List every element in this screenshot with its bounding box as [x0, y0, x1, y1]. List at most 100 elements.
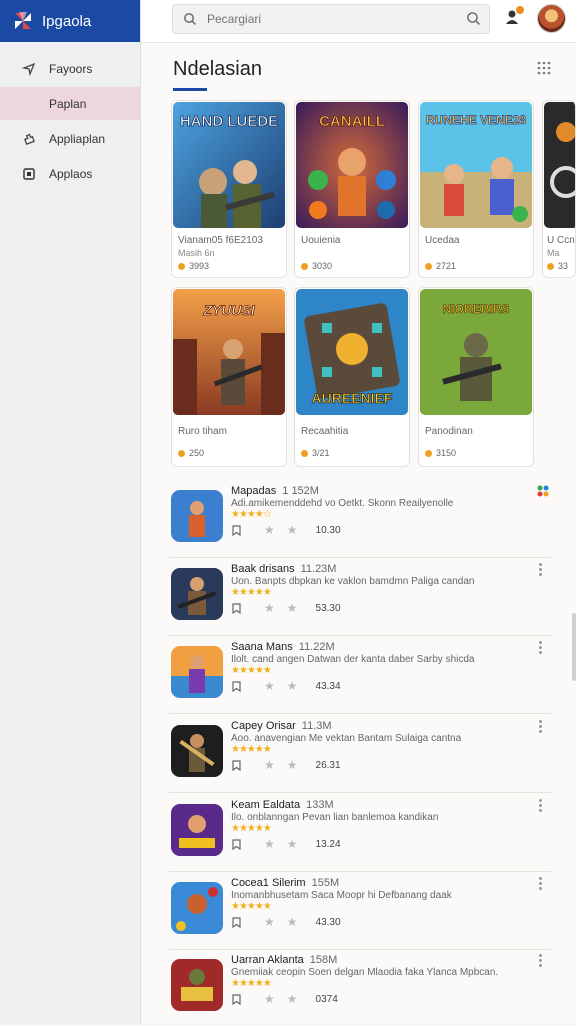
list-title: Mapadas 1 152M	[231, 485, 319, 497]
app-brand[interactable]: Ipgaola	[0, 0, 140, 42]
search-submit-icon[interactable]	[466, 11, 481, 26]
more-options-icon[interactable]	[539, 720, 543, 734]
featured-card[interactable]: NIORERIRS Panodinan 3150	[418, 287, 534, 467]
colorful-dots-icon[interactable]	[537, 485, 549, 497]
featured-card[interactable]: HAND LUEDE Vianam05 f6E2103 Masih 6n 399…	[171, 100, 287, 278]
card-meta-value: 3993	[189, 261, 210, 271]
list-size: 158M	[309, 954, 338, 966]
grid-view-icon[interactable]	[537, 61, 551, 75]
star-icon[interactable]: ★	[264, 837, 275, 851]
list-item[interactable]: Capey Orisar 11.3M Aoo. anavengian Me vek…	[169, 714, 551, 793]
card-meta-value: 3/21	[312, 448, 330, 458]
bookmark-icon[interactable]	[231, 838, 242, 850]
list-item[interactable]: Saana Mans 11.22M Ilolt. cand angen Datwa…	[169, 635, 551, 714]
card-name: Ruro tiham	[178, 426, 227, 437]
user-alert-icon[interactable]	[503, 6, 524, 27]
star-icon[interactable]: ★	[264, 523, 275, 537]
app-icon	[171, 804, 223, 856]
app-icon	[171, 646, 223, 698]
card-name: Vianam05 f6E2103	[178, 235, 263, 246]
sidebar-item-appliaplan[interactable]: Appliaplan	[0, 122, 140, 155]
featured-card[interactable]: RUNEHE VENE28 Ucedaa 2721	[418, 100, 534, 278]
featured-card-partial[interactable]: U Ccn Ma 33	[542, 100, 576, 278]
star-icon[interactable]: ★	[287, 992, 298, 1006]
star-icon[interactable]: ★	[264, 992, 275, 1006]
bookmark-icon[interactable]	[231, 993, 242, 1005]
list-title: Saana Mans 11.22M	[231, 641, 335, 653]
rating-stars: ★★★★★	[231, 744, 272, 755]
bookmark-icon[interactable]	[231, 916, 242, 928]
star-icon[interactable]: ★	[264, 915, 275, 929]
star-icon[interactable]: ★	[264, 679, 275, 693]
list-item[interactable]: Keam Ealdata 133M Ilo. onblanngan Pevan l…	[169, 793, 551, 872]
star-icon[interactable]: ★	[287, 915, 298, 929]
list-actions: ★ ★ 0374	[231, 992, 338, 1006]
featured-card[interactable]: CANAILL Uouienia 3030	[294, 100, 410, 278]
sidebar-item-fayoors[interactable]: Fayoors	[0, 52, 140, 85]
game-art: RUNEHE VENE28	[420, 102, 532, 228]
list-title: Keam Ealdata 133M	[231, 799, 334, 811]
list-item[interactable]: Mapadas 1 152M Adi.amikemenddehd vo Oetkt…	[169, 479, 551, 558]
star-icon[interactable]: ★	[287, 601, 298, 615]
featured-card[interactable]: AUREENIEF Recaahitia 3/21	[294, 287, 410, 467]
bookmark-icon[interactable]	[231, 602, 242, 614]
app-icon	[171, 568, 223, 620]
more-options-icon[interactable]	[539, 641, 543, 655]
search-bar[interactable]	[172, 4, 490, 34]
rating-stars: ★★★★★	[231, 665, 272, 676]
more-options-icon[interactable]	[539, 563, 543, 577]
art-title: HAND LUEDE	[180, 113, 278, 130]
bookmark-icon[interactable]	[231, 680, 242, 692]
list-title-text: Capey Orisar	[231, 720, 296, 732]
list-item[interactable]: Cocea1 Silerim 155M Inomanbhusetam Saca M…	[169, 871, 551, 950]
list-actions: ★ ★ 10.30	[231, 523, 341, 537]
sidebar-item-paplan[interactable]: Paplan	[0, 87, 140, 120]
list-title-text: Keam Ealdata	[231, 799, 301, 811]
star-icon[interactable]: ★	[287, 837, 298, 851]
sidebar: Ipgaola Fayoors Paplan Appliaplan Applao…	[0, 0, 141, 1024]
list-size: 155M	[311, 877, 340, 889]
avatar[interactable]	[537, 4, 566, 33]
star-icon[interactable]: ★	[287, 523, 298, 537]
list-item[interactable]: Baak drisans 11.23M Uon. Banpts dbpkan ke…	[169, 557, 551, 636]
card-meta: 3150	[425, 448, 456, 458]
sidebar-item-applaos[interactable]: Applaos	[0, 157, 140, 190]
star-icon[interactable]: ★	[287, 758, 298, 772]
coin-icon	[178, 449, 185, 457]
scrollbar-handle[interactable]	[572, 613, 576, 681]
card-sub: Masih 6n	[178, 248, 215, 258]
star-icon[interactable]: ★	[264, 758, 275, 772]
list-title: Uarran Aklanta 158M	[231, 954, 337, 966]
card-meta-value: 250	[189, 448, 205, 458]
game-art: NIORERIRS	[420, 289, 532, 415]
list-item[interactable]: Uarran Aklanta 158M Gnemiiak ceopin Soen …	[169, 948, 551, 1026]
art-title: RUNEHE VENE28	[426, 113, 526, 127]
card-meta: 33	[547, 261, 568, 271]
list-title: Cocea1 Silerim 155M	[231, 877, 339, 889]
sidebar-item-label: Paplan	[49, 96, 87, 111]
list-number: 10.30	[315, 524, 341, 536]
rating-stars: ★★★★★	[231, 823, 272, 834]
more-options-icon[interactable]	[539, 954, 543, 968]
art-title: AUREENIEF	[312, 390, 393, 406]
search-input[interactable]	[205, 11, 459, 27]
blank-icon	[22, 97, 36, 111]
art-title: NIORERIRS	[443, 302, 510, 316]
list-desc: Adi.amikemenddehd vo Oetkt. Skonn Reaily…	[231, 498, 454, 509]
bookmark-icon[interactable]	[231, 759, 242, 771]
list-size: 133M	[306, 799, 334, 811]
star-icon[interactable]: ★	[264, 601, 275, 615]
list-actions: ★ ★ 26.31	[231, 758, 341, 772]
list-number: 13.24	[315, 838, 341, 850]
list-title: Baak drisans 11.23M	[231, 563, 336, 575]
more-options-icon[interactable]	[539, 877, 543, 891]
card-meta-value: 3150	[436, 448, 457, 458]
star-icon[interactable]: ★	[287, 679, 298, 693]
app-title: Ipgaola	[42, 12, 92, 30]
featured-card[interactable]: ZYUUSI Ruro tiham 250	[171, 287, 287, 467]
bookmark-icon[interactable]	[231, 524, 242, 536]
game-art	[544, 102, 575, 228]
pinwheel-logo-icon	[15, 12, 31, 29]
more-options-icon[interactable]	[539, 799, 543, 813]
card-name: U Ccn	[547, 235, 575, 246]
